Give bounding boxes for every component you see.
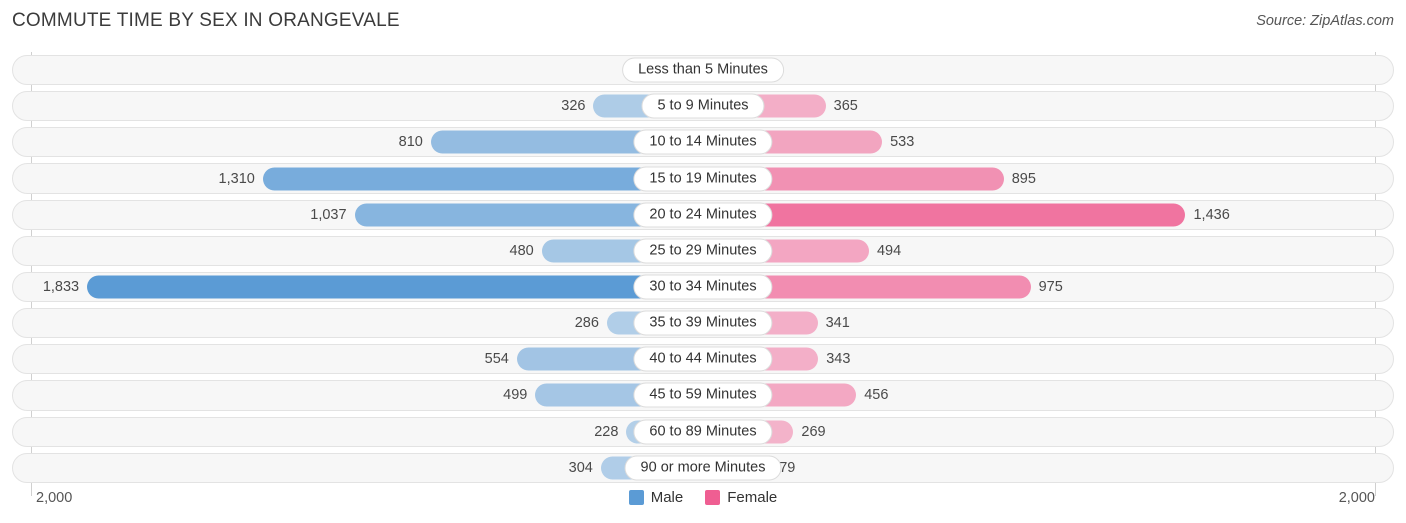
table-row: 1,833 975 30 to 34 Minutes [0,269,1406,305]
category-label: 10 to 14 Minutes [633,129,773,155]
category-label: 40 to 44 Minutes [633,346,773,372]
bar-value-male: 304 [568,459,593,476]
table-row: 810 533 10 to 14 Minutes [0,124,1406,160]
table-row: 1,037 1,436 20 to 24 Minutes [0,197,1406,233]
bar-value-female: 456 [864,387,889,404]
bar-value-male: 499 [503,387,528,404]
table-row: 286 341 35 to 39 Minutes [0,305,1406,341]
table-row: 326 365 5 to 9 Minutes [0,88,1406,124]
legend-swatch-icon [705,490,721,505]
category-label: 25 to 29 Minutes [633,238,773,264]
chart-footer: 2,000 2,000 Male Female [0,486,1406,523]
bar-value-male: 228 [594,423,619,440]
table-row: 228 269 60 to 89 Minutes [0,414,1406,450]
bar-value-male: 480 [509,242,534,259]
category-label: 20 to 24 Minutes [633,202,773,228]
legend-label: Female [727,489,778,506]
legend-swatch-icon [628,490,644,505]
chart-legend: Male Female [0,489,1406,506]
bar-value-male: 326 [561,97,586,114]
legend-item-male[interactable]: Male [628,489,684,506]
bar-value-female: 269 [801,423,826,440]
bar-value-female: 341 [825,314,850,331]
bar-value-male: 554 [484,351,509,368]
bar-value-male: 1,310 [218,170,255,187]
bar-value-male: 1,833 [42,278,80,295]
category-label: 45 to 59 Minutes [633,382,773,408]
category-label: Less than 5 Minutes [622,57,784,83]
legend-label: Male [650,489,684,506]
table-row: 499 456 45 to 59 Minutes [0,377,1406,413]
category-label: 15 to 19 Minutes [633,166,773,192]
bar-value-female: 343 [826,351,851,368]
bar-value-female: 365 [833,97,858,114]
bar-male[interactable] [87,275,703,299]
category-label: 90 or more Minutes [624,455,782,481]
table-row: 1,310 895 15 to 19 Minutes [0,160,1406,196]
bar-value-female: 975 [1038,278,1063,295]
table-row: 12764Less than 5 Minutes [0,52,1406,88]
bar-female[interactable] [703,203,1186,227]
page-title: COMMUTE TIME BY SEX IN ORANGEVALE [12,10,400,31]
bar-value-female: 494 [876,242,902,259]
category-label: 5 to 9 Minutes [641,93,765,119]
category-label: 60 to 89 Minutes [633,419,773,445]
bar-value-male: 286 [574,314,599,331]
table-row: 480 494 25 to 29 Minutes [0,233,1406,269]
source-attribution: Source: ZipAtlas.com [1256,13,1394,29]
chart-page: COMMUTE TIME BY SEX IN ORANGEVALE Source… [0,0,1406,523]
bar-value-female: 533 [890,134,915,151]
category-label: 35 to 39 Minutes [633,310,773,336]
bar-rows-container: 12764Less than 5 Minutes 326 365 5 to 9 Min… [0,52,1406,486]
bar-value-female: 895 [1011,170,1036,187]
table-row: 554 343 40 to 44 Minutes [0,341,1406,377]
bar-value-male: 810 [398,134,423,151]
category-label: 30 to 34 Minutes [633,274,773,300]
bar-value-female: 1,436 [1193,206,1230,223]
bar-value-male: 1,037 [310,206,347,223]
chart-plot-area: 12764Less than 5 Minutes 326 365 5 to 9 Min… [0,52,1406,496]
legend-item-female[interactable]: Female [705,489,777,506]
table-row: 304 179 90 or more Minutes [0,450,1406,486]
